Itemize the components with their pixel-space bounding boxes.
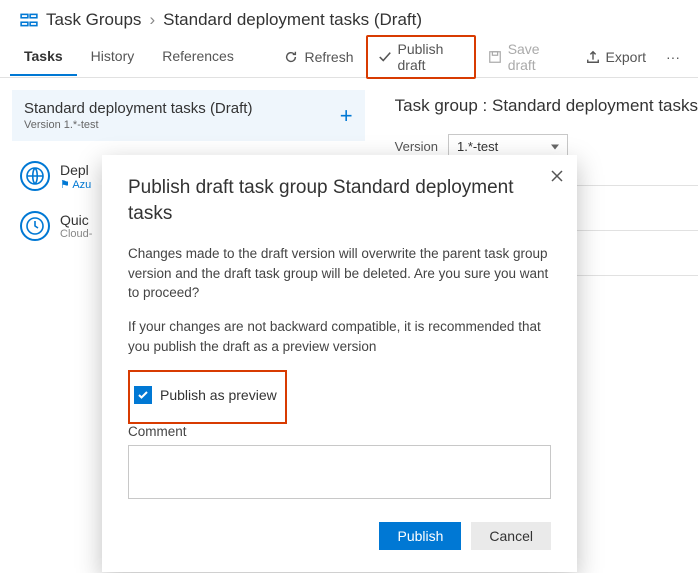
export-icon: [586, 50, 600, 64]
task-group-title: Standard deployment tasks (Draft): [24, 100, 252, 117]
breadcrumb-current: Standard deployment tasks (Draft): [163, 10, 422, 30]
tab-tasks[interactable]: Tasks: [10, 38, 77, 76]
more-icon: ···: [666, 49, 680, 65]
export-button[interactable]: Export: [574, 43, 658, 71]
task-group-header[interactable]: Standard deployment tasks (Draft) Versio…: [12, 90, 365, 141]
publish-as-preview-checkbox[interactable]: Publish as preview: [134, 386, 277, 404]
publish-draft-label: Publish draft: [398, 41, 464, 73]
publish-button[interactable]: Publish: [379, 522, 461, 550]
publish-dialog: Publish draft task group Standard deploy…: [102, 155, 577, 572]
refresh-button[interactable]: Refresh: [272, 43, 365, 71]
publish-draft-button[interactable]: Publish draft: [366, 35, 476, 79]
add-task-button[interactable]: +: [340, 103, 353, 129]
more-button[interactable]: ···: [658, 43, 688, 71]
cancel-button[interactable]: Cancel: [471, 522, 551, 550]
globe-icon: [20, 161, 50, 191]
tab-references[interactable]: References: [148, 38, 248, 76]
check-icon: [378, 50, 392, 64]
dialog-body-1: Changes made to the draft version will o…: [128, 244, 551, 303]
export-label: Export: [606, 49, 646, 65]
task-title: Quic: [60, 212, 92, 228]
toolbar: Tasks History References Refresh Publish…: [0, 36, 698, 78]
close-button[interactable]: [551, 169, 563, 185]
comment-label: Comment: [128, 424, 551, 439]
comment-textarea[interactable]: [128, 445, 551, 499]
breadcrumb: Task Groups › Standard deployment tasks …: [0, 0, 698, 36]
clock-icon: [20, 211, 50, 241]
save-icon: [488, 50, 502, 64]
task-title: Depl: [60, 162, 91, 178]
save-draft-label: Save draft: [508, 41, 562, 73]
tabs: Tasks History References: [10, 38, 248, 76]
refresh-icon: [284, 50, 298, 64]
task-group-version: Version 1.*-test: [24, 119, 252, 131]
task-group-heading: Task group : Standard deployment tasks: [395, 96, 698, 116]
checkbox-label: Publish as preview: [160, 387, 277, 403]
breadcrumb-root[interactable]: Task Groups: [46, 10, 141, 30]
refresh-label: Refresh: [304, 49, 353, 65]
tab-history[interactable]: History: [77, 38, 149, 76]
task-subtitle: Cloud-: [60, 228, 92, 240]
checkbox-icon: [134, 386, 152, 404]
version-label: Version: [395, 139, 438, 154]
dialog-title: Publish draft task group Standard deploy…: [128, 175, 551, 226]
save-draft-button: Save draft: [476, 35, 574, 79]
task-subtitle: ⚑ Azu: [60, 178, 91, 191]
dialog-body-2: If your changes are not backward compati…: [128, 317, 551, 356]
chevron-right-icon: ›: [149, 10, 155, 30]
task-groups-icon: [20, 11, 38, 29]
